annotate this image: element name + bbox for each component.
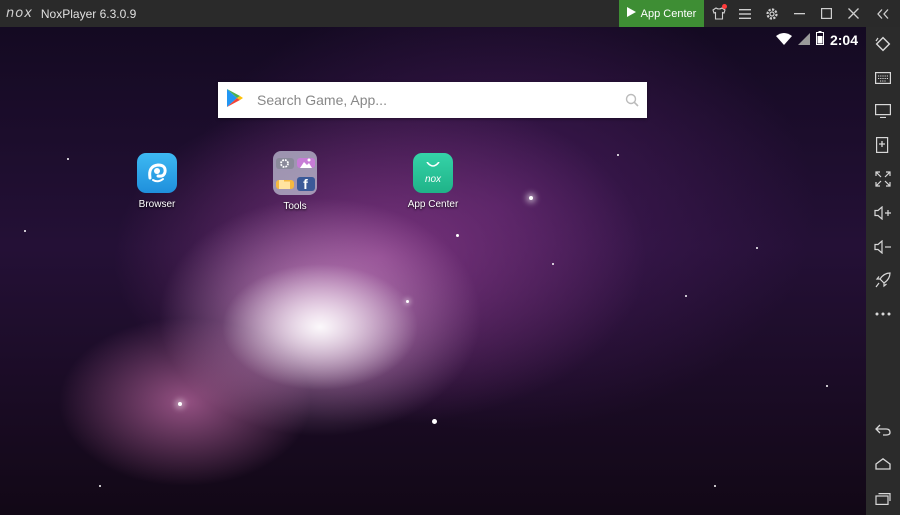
search-icon[interactable] (625, 93, 639, 112)
star (456, 234, 459, 237)
status-time: 2:04 (829, 31, 858, 48)
star (24, 230, 26, 232)
app-label: Tools (283, 201, 307, 212)
add-apk-icon[interactable] (866, 131, 900, 159)
star (617, 154, 619, 156)
app-center-button-label: App Center (640, 7, 697, 20)
app-center-icon-text: nox (424, 173, 442, 185)
android-screen[interactable]: 2:04 Browser (0, 27, 866, 515)
app-label: App Center (407, 199, 459, 210)
facebook-mini-icon: f (296, 177, 315, 191)
menu-icon[interactable] (732, 0, 758, 27)
play-icon (626, 7, 636, 20)
app-tools-folder[interactable]: f Tools (255, 151, 335, 212)
home-icon[interactable] (866, 450, 900, 478)
star (67, 158, 69, 160)
more-icon[interactable] (866, 300, 900, 328)
star (99, 485, 101, 487)
shirt-icon[interactable] (706, 0, 732, 27)
gallery-mini-icon (296, 158, 315, 168)
app-label: Browser (138, 199, 176, 210)
minimize-icon[interactable] (786, 0, 812, 27)
gear-icon[interactable] (759, 0, 785, 27)
close-icon[interactable] (840, 0, 866, 27)
recent-apps-icon[interactable] (866, 484, 900, 512)
star (685, 295, 687, 297)
search-input[interactable] (255, 91, 599, 109)
maximize-icon[interactable] (813, 0, 839, 27)
collapse-sidebar-icon[interactable] (870, 0, 896, 27)
star (714, 485, 716, 487)
star (529, 196, 533, 200)
battery-icon (815, 31, 824, 48)
back-icon[interactable] (866, 416, 900, 444)
rotate-icon[interactable] (866, 30, 900, 58)
status-bar: 2:04 (775, 31, 858, 48)
notification-dot (722, 4, 727, 9)
star (432, 419, 437, 424)
fullscreen-icon[interactable] (866, 165, 900, 193)
app-browser[interactable]: Browser (117, 153, 197, 210)
title-bar: nox NoxPlayer 6.3.0.9 App Center (0, 0, 900, 27)
star (826, 385, 828, 387)
app-app-center[interactable]: nox App Center (393, 153, 473, 210)
star (406, 300, 409, 303)
app-center-button[interactable]: App Center (619, 0, 704, 27)
volume-down-icon[interactable] (866, 233, 900, 261)
rocket-icon[interactable] (866, 266, 900, 294)
browser-icon (137, 153, 177, 193)
nox-logo: nox (6, 6, 33, 21)
google-play-icon (227, 88, 243, 112)
tools-folder-icon: f (273, 151, 317, 195)
right-toolbar (866, 27, 900, 515)
signal-icon (797, 32, 810, 48)
star (178, 402, 182, 406)
files-mini-icon (275, 179, 294, 189)
star (756, 247, 758, 249)
keyboard-icon[interactable] (866, 64, 900, 92)
star (552, 263, 554, 265)
wifi-icon (775, 32, 792, 48)
settings-mini-icon (275, 157, 294, 169)
screen-icon[interactable] (866, 97, 900, 125)
app-center-icon: nox (413, 153, 453, 193)
search-bar[interactable] (218, 82, 647, 118)
volume-up-icon[interactable] (866, 199, 900, 227)
window-title: NoxPlayer 6.3.0.9 (40, 6, 137, 21)
